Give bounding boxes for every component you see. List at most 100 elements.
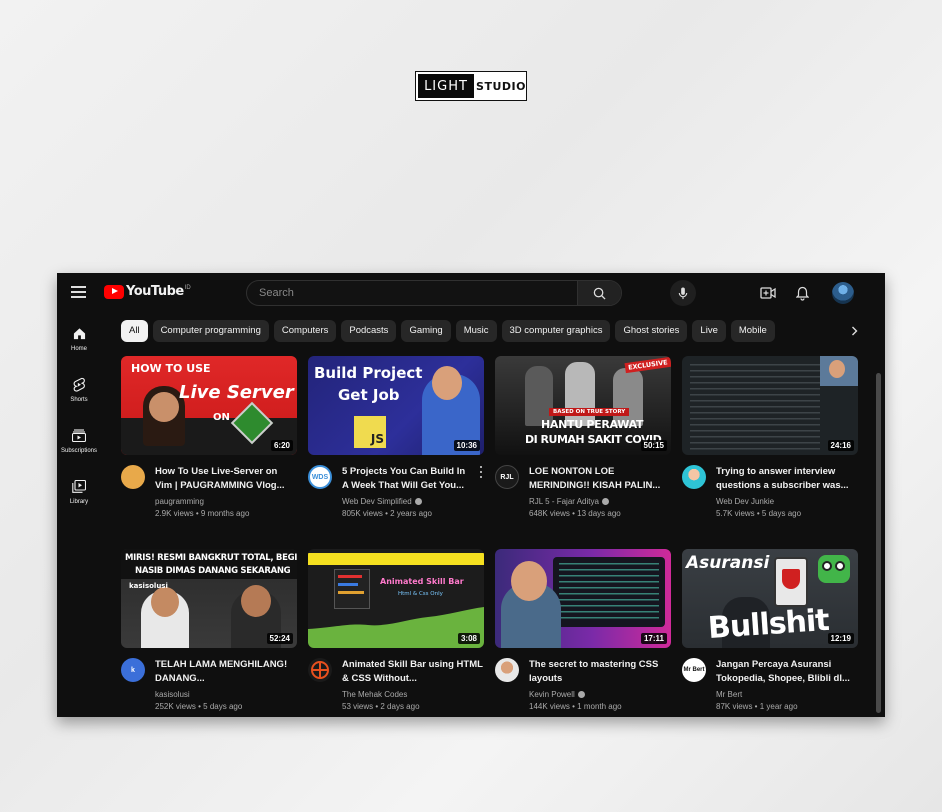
duration-badge: 6:20: [270, 440, 293, 451]
youtube-window: YouTube ID Home Shorts: [57, 273, 885, 717]
thumb-text: Get Job: [338, 386, 400, 404]
channel-name[interactable]: RJL 5 - Fajar Aditya: [529, 497, 609, 506]
chip-all[interactable]: All: [121, 320, 148, 342]
video-title[interactable]: How To Use Live-Server on Vim | PAUGRAMM…: [155, 465, 297, 493]
video-stats: 53 views • 2 days ago: [342, 702, 420, 711]
duration-badge: 50:15: [640, 440, 667, 451]
channel-avatar[interactable]: RJL: [495, 465, 519, 489]
watermark-right: STUDIO: [476, 79, 526, 93]
channel-avatar[interactable]: k: [121, 658, 145, 682]
video-thumbnail[interactable]: Asuransi Bullshit 12:19: [682, 549, 858, 648]
video-thumbnail[interactable]: 24:16: [682, 356, 858, 455]
duration-badge: 24:16: [827, 440, 854, 451]
chip-gaming[interactable]: Gaming: [401, 320, 451, 342]
channel-name[interactable]: kasisolusi: [155, 690, 190, 699]
video-stats: 648K views • 13 days ago: [529, 509, 621, 518]
chip-computers[interactable]: Computers: [273, 320, 337, 342]
chips-next-button[interactable]: [845, 320, 863, 342]
chip-ghost-stories[interactable]: Ghost stories: [615, 320, 688, 342]
subscriptions-icon: [72, 428, 86, 442]
thumb-text: ON: [213, 412, 230, 423]
video-stats: 805K views • 2 years ago: [342, 509, 432, 518]
video-thumbnail[interactable]: HOW TO USE Live Server ON 6:20: [121, 356, 297, 455]
video-title[interactable]: TELAH LAMA MENGHILANG! DANANG...: [155, 658, 297, 686]
video-thumbnail[interactable]: 17:11: [495, 549, 671, 648]
video-stats: 144K views • 1 month ago: [529, 702, 622, 711]
filter-chips: All Computer programming Computers Podcasts…: [121, 320, 861, 342]
verified-icon: [414, 498, 422, 505]
more-options-button[interactable]: [478, 465, 484, 479]
thumb-text: Bullshit: [706, 602, 830, 647]
channel-name-text: RJL 5 - Fajar Aditya: [529, 497, 599, 506]
channel-name[interactable]: Web Dev Simplified: [342, 497, 422, 506]
duration-badge: 3:08: [457, 633, 480, 644]
video-title[interactable]: Trying to answer interview questions a s…: [716, 465, 858, 493]
thumb-text: kasisolusi: [129, 582, 168, 590]
voice-search-button[interactable]: [670, 280, 696, 306]
video-thumbnail[interactable]: Animated Skill Bar Html & Css Only 3:08: [308, 549, 484, 648]
channel-name[interactable]: The Mehak Codes: [342, 690, 407, 699]
video-thumbnail[interactable]: EXCLUSIVE BASED ON TRUE STORY HANTU PERA…: [495, 356, 671, 455]
video-card[interactable]: Animated Skill Bar Html & Css Only 3:08 …: [308, 549, 484, 711]
verified-icon: [601, 498, 609, 505]
notifications-button[interactable]: [794, 285, 810, 301]
thumb-text: Html & Css Only: [398, 591, 443, 597]
channel-avatar[interactable]: [121, 465, 145, 489]
duration-badge: 17:11: [640, 633, 667, 644]
sidebar-label: Home: [70, 346, 87, 352]
chip-music[interactable]: Music: [455, 320, 497, 342]
video-title[interactable]: 5 Projects You Can Build In A Week That …: [342, 465, 470, 493]
video-card[interactable]: 24:16 Trying to answer interview questio…: [682, 356, 858, 518]
menu-icon[interactable]: [71, 286, 86, 298]
channel-name[interactable]: Mr Bert: [716, 690, 742, 699]
thumb-text: MIRIS! RESMI BANGKRUT TOTAL, BEGINI: [125, 553, 297, 563]
video-title[interactable]: Jangan Percaya Asuransi Tokopedia, Shope…: [716, 658, 858, 686]
exclusive-badge: EXCLUSIVE: [624, 356, 671, 374]
logo-text: YouTube: [126, 284, 184, 299]
video-card[interactable]: 17:11 The secret to mastering CSS layout…: [495, 549, 671, 711]
chip-live[interactable]: Live: [692, 320, 726, 342]
microphone-icon: [678, 286, 688, 299]
chip-computer-programming[interactable]: Computer programming: [152, 320, 269, 342]
video-stats: 2.9K views • 9 months ago: [155, 509, 250, 518]
video-card[interactable]: MIRIS! RESMI BANGKRUT TOTAL, BEGINI NASI…: [121, 549, 297, 711]
thumb-text: NASIB DIMAS DANANG SEKARANG: [135, 566, 291, 576]
sidebar-item-shorts[interactable]: Shorts: [57, 368, 101, 419]
video-card[interactable]: EXCLUSIVE BASED ON TRUE STORY HANTU PERA…: [495, 356, 671, 518]
create-button[interactable]: [760, 285, 776, 301]
thumb-text: HOW TO USE: [131, 362, 211, 375]
chip-mobile[interactable]: Mobile: [730, 320, 775, 342]
search-input[interactable]: [247, 281, 578, 305]
chip-3d-computer-graphics[interactable]: 3D computer graphics: [501, 320, 611, 342]
video-card[interactable]: Asuransi Bullshit 12:19 Mr Bert Jangan P…: [682, 549, 858, 711]
sidebar-item-subscriptions[interactable]: Subscriptions: [57, 419, 101, 470]
sidebar-item-home[interactable]: Home: [57, 317, 101, 368]
shorts-icon: [73, 377, 85, 392]
sidebar-item-library[interactable]: Library: [57, 470, 101, 521]
video-title[interactable]: Animated Skill Bar using HTML & CSS With…: [342, 658, 484, 686]
search-button[interactable]: [577, 281, 621, 305]
video-card[interactable]: Build Project Get Job JS 10:36 WDS 5 Pro…: [308, 356, 484, 518]
channel-avatar[interactable]: Mr Bert: [682, 658, 706, 682]
thumb-text: Animated Skill Bar: [380, 577, 464, 586]
video-title[interactable]: LOE NONTON LOE MERINDING!! KISAH PALIN..…: [529, 465, 671, 493]
channel-name[interactable]: Kevin Powell: [529, 690, 585, 699]
video-thumbnail[interactable]: MIRIS! RESMI BANGKRUT TOTAL, BEGINI NASI…: [121, 549, 297, 648]
country-code: ID: [184, 284, 191, 291]
scrollbar[interactable]: [876, 373, 881, 713]
channel-avatar[interactable]: [682, 465, 706, 489]
channel-avatar[interactable]: WDS: [308, 465, 332, 489]
mehak-logo-icon: [311, 661, 329, 679]
account-avatar[interactable]: [832, 282, 854, 304]
youtube-logo[interactable]: YouTube ID: [104, 284, 191, 299]
chip-podcasts[interactable]: Podcasts: [341, 320, 397, 342]
search-icon: [593, 287, 606, 300]
channel-name[interactable]: Web Dev Junkie: [716, 497, 774, 506]
video-title[interactable]: The secret to mastering CSS layouts: [529, 658, 671, 686]
video-thumbnail[interactable]: Build Project Get Job JS 10:36: [308, 356, 484, 455]
duration-badge: 10:36: [453, 440, 480, 451]
channel-avatar[interactable]: [308, 658, 332, 682]
channel-name[interactable]: paugramming: [155, 497, 204, 506]
channel-avatar[interactable]: [495, 658, 519, 682]
video-card[interactable]: HOW TO USE Live Server ON 6:20 How To Us…: [121, 356, 297, 518]
